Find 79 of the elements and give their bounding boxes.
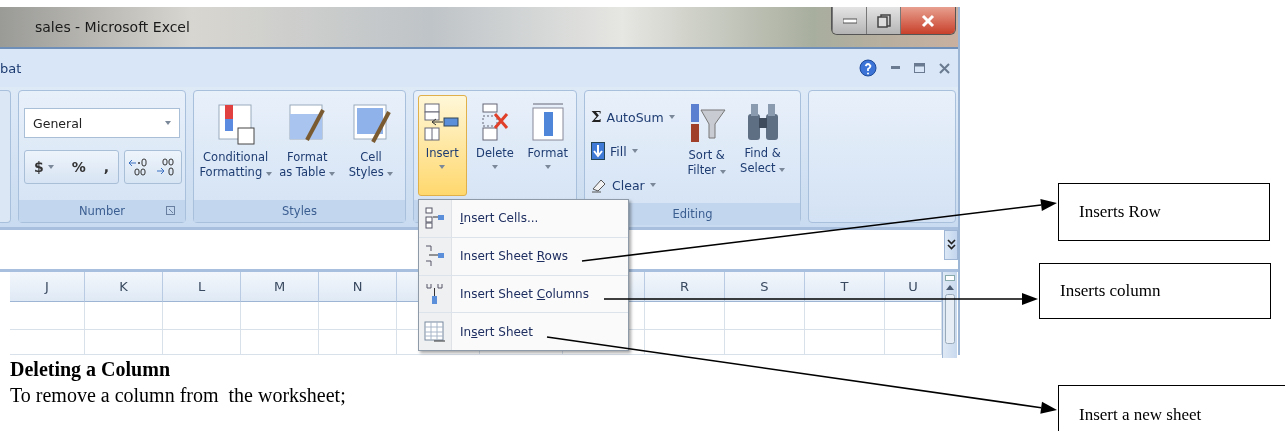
close-button[interactable] [900,7,955,34]
number-format-dropdown[interactable]: General [24,108,180,138]
caret-icon [631,149,638,153]
column-header[interactable]: U [885,272,942,302]
restore-icon [876,13,891,28]
expand-button[interactable] [944,230,958,260]
cells-button[interactable]: Delete [470,95,520,196]
cell-brush-icon [351,102,392,146]
caret-icon [165,121,171,125]
double-chevron-icon [946,239,956,251]
scroll-thumb[interactable] [945,294,955,344]
close-icon[interactable] [939,62,950,74]
conditional-formatting-icon [215,102,256,146]
menu-item[interactable]: Insert Sheet [419,312,628,350]
number-format-button[interactable]: $ [25,152,63,182]
insert-cells-icon [425,207,445,230]
scrollbar[interactable] [942,272,957,358]
ribbon-tab[interactable]: bat [0,60,22,76]
dialog-launcher-icon[interactable] [166,206,175,215]
column-header[interactable]: L [163,272,241,302]
caret-icon [544,165,551,169]
editing-button[interactable]: Fill [589,137,677,165]
caret-icon [779,168,786,172]
grid-cell [885,330,942,355]
window-title: sales - Microsoft Excel [35,19,190,35]
callout-box: Insert a new sheet [1058,385,1285,431]
caret-icon [668,115,675,119]
editing-button[interactable]: Clear [589,171,677,199]
caret-icon [439,165,446,169]
column-header[interactable]: J [10,272,85,302]
minimize-icon [842,17,857,24]
insert-rows-icon [425,245,445,268]
restore-button[interactable] [866,7,900,34]
grid-cell [885,302,942,330]
close-icon [921,13,935,28]
help-icon[interactable] [859,59,877,77]
callout-box: Inserts Row [1058,183,1270,241]
split-handle-icon[interactable] [945,275,955,281]
style-button[interactable]: Cell Styles [341,95,401,196]
down-arrow-icon [591,142,605,160]
caret-icon [387,172,394,176]
caret-icon [719,170,726,174]
cells-button[interactable]: Format [523,95,572,196]
column-header[interactable]: T [805,272,885,302]
column-header[interactable]: N [319,272,397,302]
menu-item[interactable]: Insert Sheet Rows [419,236,628,275]
minimize-icon[interactable] [891,66,900,70]
caret-icon [492,165,498,169]
paragraph: To remove a column from the worksheet; [10,384,347,407]
eraser-icon [591,177,607,193]
insert-cells-icon [424,102,461,142]
caret-icon [47,165,54,169]
callout-box: Inserts column [1039,263,1271,319]
editing-button[interactable]: Sort & Filter [680,95,733,199]
number-format-button[interactable]: % [62,152,95,182]
caret-icon [265,172,272,176]
minimize-button[interactable] [832,7,866,34]
column-header[interactable]: R [645,272,725,302]
editing-button[interactable]: Σ AutoSum [589,103,677,131]
restore-icon[interactable] [914,63,925,73]
number-format-button[interactable]: , [94,152,119,182]
delete-cells-icon [479,102,511,142]
format-cells-icon [529,102,566,142]
section-heading: Deleting a Column [10,358,171,381]
column-header[interactable]: S [725,272,805,302]
caret-icon [329,172,336,176]
column-header[interactable]: M [241,272,319,302]
insert-columns-icon [425,282,445,305]
scroll-up-icon[interactable] [946,285,954,290]
column-header[interactable]: K [85,272,163,302]
menu-item[interactable]: Insert Sheet Columns [419,274,628,313]
style-button[interactable]: Format as Table [277,95,338,196]
group-label: Number [78,204,126,218]
editing-button[interactable]: Find & Select [736,95,789,199]
insert-sheet-icon [424,320,446,343]
style-button[interactable]: Conditional Formatting [198,95,274,196]
cells-button[interactable]: Insert [418,95,467,196]
group-label: Styles [194,200,405,222]
caret-icon [649,183,656,187]
